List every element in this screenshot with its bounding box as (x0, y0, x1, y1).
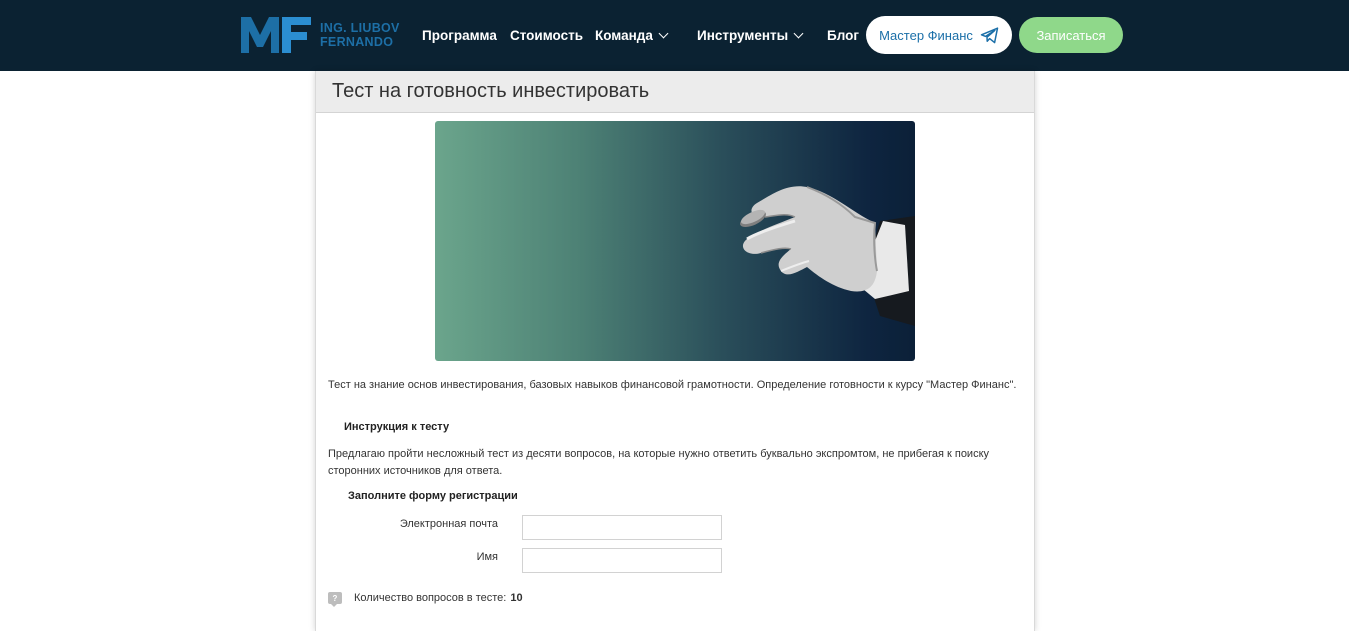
instruction-text: Предлагаю пройти несложный тест из десят… (328, 448, 990, 477)
logo-line-2: FERNANDO (320, 35, 394, 49)
site-logo[interactable]: MF ING. LIUBOV FERNANDO (241, 17, 400, 53)
email-field[interactable] (522, 515, 722, 540)
nav-link-program[interactable]: Программа (422, 0, 497, 71)
telegram-button-label: Мастер Финанс (879, 27, 973, 43)
nav-dropdown-team[interactable]: Команда (595, 0, 669, 71)
question-count-label: Количество вопросов в тесте: (354, 592, 507, 604)
nav-dropdown-tools-label: Инструменты (697, 28, 789, 43)
nav-dropdown-team-label: Команда (595, 28, 653, 43)
question-bubble-icon: ? (328, 592, 342, 607)
question-count-value: 10 (510, 592, 523, 604)
chevron-down-icon (658, 28, 669, 39)
telegram-icon (980, 26, 999, 43)
nav-link-blog[interactable]: Блог (827, 0, 859, 71)
email-field-label: Электронная почта (399, 518, 498, 530)
mf-logo-mark-icon: MF (241, 17, 311, 53)
name-field[interactable] (522, 548, 722, 573)
test-description: Тест на знание основ инвестирования, баз… (328, 379, 1017, 391)
page-title: Тест на готовность инвестировать (332, 80, 650, 102)
hand-holding-coin-illustration (740, 186, 915, 326)
signup-button[interactable]: Записаться (1019, 17, 1123, 53)
instruction-heading: Инструкция к тесту (344, 421, 450, 433)
telegram-channel-button[interactable]: Мастер Финанс (866, 16, 1012, 54)
question-count-info: ? Количество вопросов в тесте: 10 (328, 592, 523, 607)
nav-link-price[interactable]: Стоимость (510, 0, 583, 71)
top-navigation-bar: MF ING. LIUBOV FERNANDO Программа Стоимо… (0, 0, 1349, 71)
hero-image (435, 121, 915, 361)
nav-dropdown-tools[interactable]: Инструменты (697, 0, 804, 71)
name-field-label: Имя (476, 551, 498, 563)
test-card: Тест на готовность инвестировать Тест на… (315, 71, 1035, 631)
logo-wordmark: ING. LIUBOV FERNANDO (320, 21, 400, 49)
chevron-down-icon (793, 28, 804, 39)
registration-form-heading: Заполните форму регистрации (348, 490, 518, 502)
logo-line-1: ING. LIUBOV (320, 21, 400, 35)
test-card-header: Тест на готовность инвестировать (316, 71, 1034, 113)
